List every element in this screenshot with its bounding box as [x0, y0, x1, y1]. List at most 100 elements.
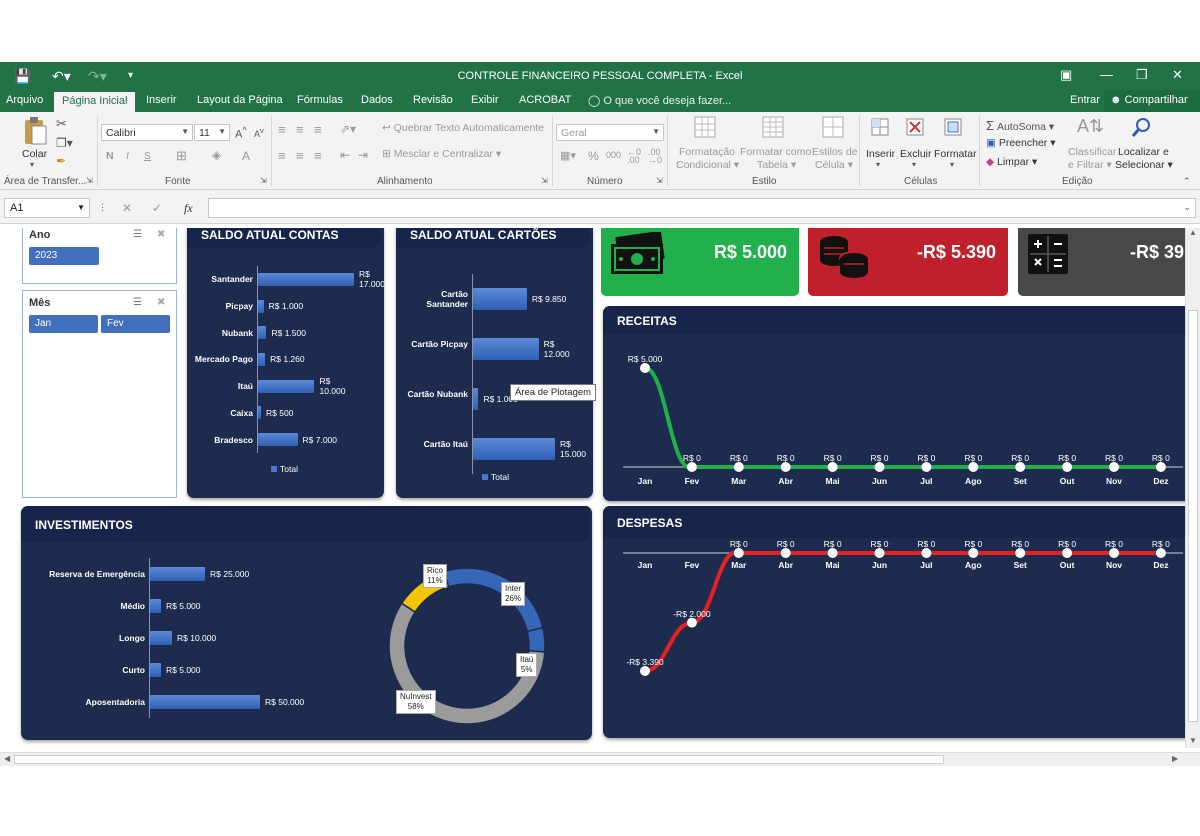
scroll-right-icon[interactable]: ▶	[1172, 754, 1178, 763]
data-point[interactable]	[921, 462, 932, 472]
borders-icon[interactable]: ⊞	[176, 148, 187, 164]
orientation-icon[interactable]: ⇗▾	[340, 122, 356, 136]
clear-button[interactable]: ◆ Limpar ▾	[986, 156, 1037, 168]
shrink-font-icon[interactable]: Av	[254, 126, 264, 139]
data-point[interactable]	[1062, 462, 1073, 472]
scroll-left-icon[interactable]: ◀	[4, 754, 10, 763]
data-point[interactable]	[640, 666, 650, 676]
tab-formulas[interactable]: Fórmulas	[297, 94, 343, 106]
clipboard-launcher-icon[interactable]: ⇲	[86, 176, 93, 185]
cut-icon[interactable]: ✂	[56, 116, 67, 132]
sort-filter-label-1[interactable]: Classificar	[1068, 146, 1116, 158]
sign-in-link[interactable]: Entrar	[1070, 94, 1100, 106]
fill-color-icon[interactable]: ◈	[212, 148, 221, 162]
italic-button[interactable]: I	[126, 150, 129, 162]
name-box[interactable]: A1 ▼	[4, 198, 90, 218]
data-point[interactable]	[686, 462, 697, 472]
insert-cells-label[interactable]: Inserir	[866, 148, 895, 160]
delete-cells-icon[interactable]	[904, 116, 926, 138]
chart-receitas[interactable]: RECEITAS Jan R$ 5.000 Fev R$ 0 Mar R$ 0 Abr R$ …	[603, 306, 1185, 501]
font-size-select[interactable]: 11 ▼	[194, 124, 230, 141]
chart-investimentos[interactable]: INVESTIMENTOS Reserva de Emergência R$ 25…	[21, 506, 592, 740]
tab-exibir[interactable]: Exibir	[471, 94, 499, 106]
tab-arquivo[interactable]: Arquivo	[6, 94, 43, 106]
font-color-icon[interactable]: A	[242, 149, 250, 163]
scroll-thumb[interactable]	[1188, 310, 1198, 722]
decrease-indent-icon[interactable]: ⇤	[340, 148, 350, 162]
format-cells-label[interactable]: Formatar	[934, 148, 977, 160]
scroll-up-icon[interactable]: ▲	[1189, 228, 1197, 237]
align-right-icon[interactable]: ≡	[314, 148, 322, 163]
number-launcher-icon[interactable]: ⇲	[656, 176, 663, 185]
align-bottom-icon[interactable]: ≡	[314, 122, 322, 137]
thousands-button[interactable]: 000	[606, 150, 621, 160]
font-launcher-icon[interactable]: ⇲	[260, 176, 267, 185]
conditional-formatting-label-1[interactable]: Formatação	[679, 146, 735, 158]
format-dropdown-icon[interactable]: ▾	[950, 160, 954, 169]
data-point[interactable]	[1015, 548, 1026, 558]
tab-dados[interactable]: Dados	[361, 94, 393, 106]
format-table-label-2[interactable]: Tabela ▾	[757, 159, 796, 171]
chart-saldo-contas[interactable]: SALDO ATUAL CONTAS Santander R$ 17.000 Picp…	[187, 228, 384, 498]
formula-input[interactable]: ⌄	[208, 198, 1196, 218]
alignment-launcher-icon[interactable]: ⇲	[541, 176, 548, 185]
font-name-select[interactable]: Calibri ▼	[101, 124, 193, 141]
align-middle-icon[interactable]: ≡	[296, 122, 304, 137]
data-point[interactable]	[874, 548, 885, 558]
data-point[interactable]	[733, 462, 744, 472]
insert-cells-icon[interactable]	[869, 116, 891, 138]
data-point[interactable]	[780, 548, 791, 558]
data-point[interactable]	[1109, 548, 1119, 558]
delete-dropdown-icon[interactable]: ▾	[912, 160, 916, 169]
format-painter-icon[interactable]: ✒	[56, 154, 66, 168]
minimize-icon[interactable]: —	[1100, 67, 1113, 82]
donut-slice[interactable]	[443, 567, 544, 633]
tab-pagina-inicial[interactable]: Página Inicial	[54, 92, 136, 112]
data-point[interactable]	[780, 462, 791, 472]
scroll-thumb[interactable]	[14, 755, 944, 764]
paste-icon[interactable]	[22, 116, 48, 146]
decrease-decimal-icon[interactable]: .00 →0	[648, 148, 662, 165]
horizontal-scrollbar[interactable]: ◀ ▶	[0, 752, 1200, 766]
close-icon[interactable]: ✕	[1172, 67, 1183, 83]
paste-label[interactable]: Colar	[22, 148, 47, 160]
cell-styles-icon[interactable]	[822, 116, 844, 138]
autosum-button[interactable]: Σ AutoSoma ▾	[986, 118, 1054, 133]
donut-slice[interactable]	[526, 626, 546, 653]
slicer-item-2023[interactable]: 2023	[29, 247, 99, 265]
confirm-formula-icon[interactable]: ✓	[152, 201, 162, 215]
wrap-text-button[interactable]: ↩ Quebrar Texto Automaticamente	[382, 122, 544, 134]
data-point[interactable]	[874, 462, 885, 472]
multi-select-icon[interactable]: ☰	[133, 229, 142, 240]
tab-layout[interactable]: Layout da Página	[197, 94, 283, 106]
sort-filter-icon[interactable]: A⇅	[1077, 116, 1104, 137]
increase-decimal-icon[interactable]: ←0.00	[627, 148, 641, 165]
chart-despesas[interactable]: DESPESAS Jan -R$ 3.390 Fev -R$ 2.000 Mar R$ 0…	[603, 506, 1185, 738]
align-top-icon[interactable]: ≡	[278, 122, 286, 137]
underline-button[interactable]: S	[144, 150, 151, 162]
data-point[interactable]	[921, 548, 932, 558]
multi-select-icon[interactable]: ☰	[133, 297, 142, 308]
align-left-icon[interactable]: ≡	[278, 148, 286, 163]
tab-acrobat[interactable]: ACROBAT	[519, 94, 571, 106]
slicer-item-fev[interactable]: Fev	[101, 315, 170, 333]
align-center-icon[interactable]: ≡	[296, 148, 304, 163]
cell-styles-label-2[interactable]: Célula ▾	[815, 159, 853, 171]
delete-cells-label[interactable]: Excluir	[900, 148, 932, 160]
format-table-label-1[interactable]: Formatar como	[740, 146, 811, 158]
vertical-scrollbar[interactable]: ▲ ▼	[1185, 228, 1200, 748]
clear-filter-icon[interactable]: ✖	[157, 297, 165, 308]
data-point[interactable]	[1062, 548, 1073, 558]
cancel-formula-icon[interactable]: ✕	[122, 201, 132, 215]
data-point[interactable]	[1015, 462, 1026, 472]
currency-icon[interactable]: ▦▾	[560, 149, 576, 162]
data-point[interactable]	[968, 548, 979, 558]
data-point[interactable]	[640, 363, 650, 373]
tab-inserir[interactable]: Inserir	[146, 94, 177, 106]
expand-formula-icon[interactable]: ⌄	[1183, 202, 1191, 213]
conditional-formatting-icon[interactable]	[694, 116, 716, 138]
collapse-ribbon-icon[interactable]: ⌃	[1183, 176, 1191, 187]
merge-center-button[interactable]: ⊞ Mesclar e Centralizar ▾	[382, 148, 501, 160]
format-cells-icon[interactable]	[942, 116, 964, 138]
share-button[interactable]: ☻ Compartilhar	[1104, 90, 1200, 112]
